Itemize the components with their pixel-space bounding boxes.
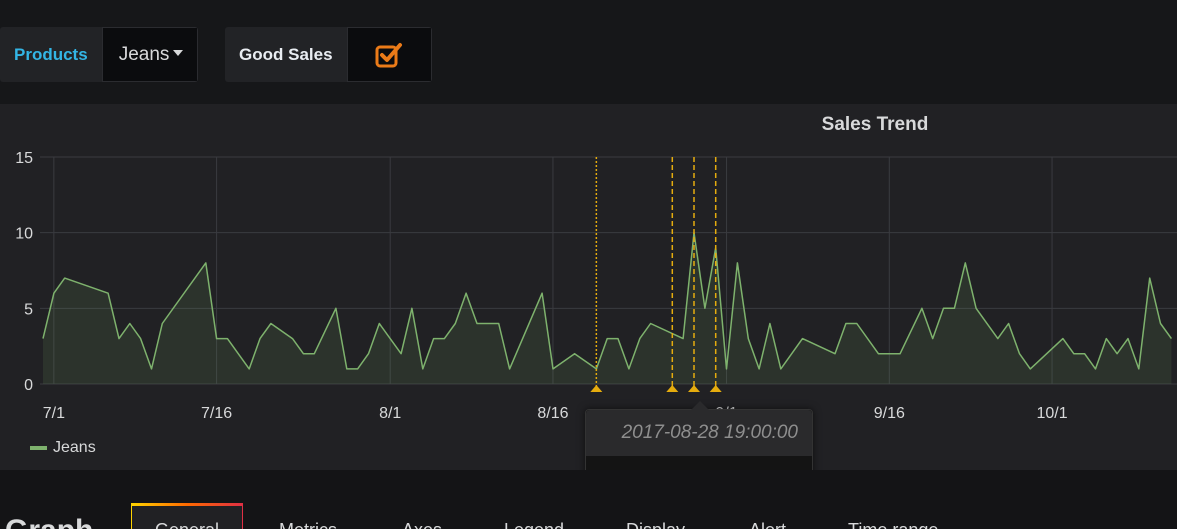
caret-down-icon [173,50,184,57]
products-variable-label: Products [0,27,102,82]
x-tick-label: 8/16 [537,405,568,422]
tab-display[interactable]: Display [626,520,685,529]
products-dropdown[interactable]: Jeans [101,27,199,82]
x-tick-label: 10/1 [1036,405,1067,422]
tab-alert[interactable]: Alert [749,520,786,529]
x-tick-label: 7/16 [201,405,232,422]
annotation-marker [709,385,722,392]
legend: Jeans [30,439,96,457]
tab-axes[interactable]: Axes [402,520,442,529]
panel-editor: Graph General Metrics Axes Legend Displa… [0,470,1177,529]
x-tick-label: 9/16 [874,405,905,422]
annotation-marker [688,385,700,392]
products-dropdown-value: Jeans [118,44,170,65]
editor-title: Graph [5,514,93,529]
template-variables-bar: Products Jeans Good Sales [0,0,1177,100]
tab-legend[interactable]: Legend [504,520,564,529]
good-sales-label: Good Sales [225,27,347,82]
legend-series-label[interactable]: Jeans [53,439,96,457]
y-tick-label: 15 [15,150,33,167]
dashboard: Products Jeans Good Sales Sales Trend 05… [0,0,1177,529]
good-sales-checkbox[interactable] [346,27,432,82]
tab-general[interactable]: General [155,520,219,529]
legend-series-swatch [30,446,47,450]
tooltip-time: 2017-08-28 19:00:00 [586,410,812,456]
y-tick-label: 10 [15,226,33,243]
y-tick-label: 0 [24,377,33,394]
y-tick-label: 5 [24,301,33,318]
annotation-marker [590,385,603,392]
tab-metrics[interactable]: Metrics [279,520,337,529]
tooltip-arrow [691,401,709,410]
tab-time-range[interactable]: Time range [848,520,938,529]
sales-trend-graph[interactable]: 0510157/17/168/18/169/19/1610/1 [0,104,1177,444]
good-sales-variable: Good Sales [225,27,432,82]
x-tick-label: 8/1 [379,405,401,422]
annotation-marker [666,385,679,392]
products-variable: Products Jeans [0,27,199,82]
x-tick-label: 7/1 [43,405,65,422]
checkbox-checked-icon [375,42,403,67]
